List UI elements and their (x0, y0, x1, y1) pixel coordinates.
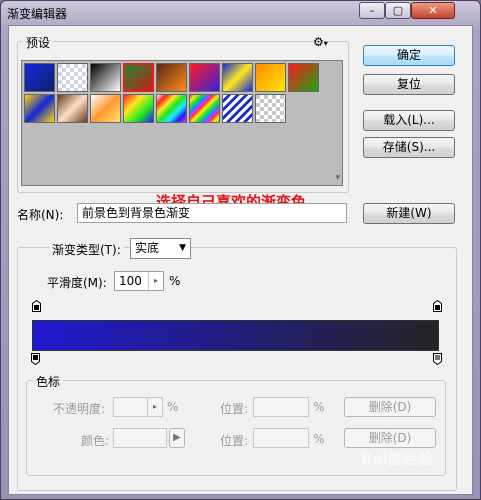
gradient-type-select[interactable]: 实底 ▼ (130, 238, 191, 259)
opacity-stop-right[interactable] (433, 300, 442, 312)
watermark-logo: Bai度经验 (361, 450, 433, 468)
opacity-input[interactable]: ▸ (113, 397, 163, 417)
preset-swatch[interactable] (90, 94, 121, 123)
gradient-preview-bar[interactable] (32, 320, 439, 351)
name-input[interactable]: 前景色到背景色渐变 (77, 203, 347, 223)
gear-icon[interactable]: ⚙▾ (313, 35, 328, 49)
preset-swatch[interactable] (123, 94, 154, 123)
smoothness-spin-icon[interactable]: ▸ (148, 272, 163, 290)
color-picker-arrow-icon[interactable]: ▶ (169, 428, 185, 448)
preset-swatch[interactable] (189, 94, 220, 123)
preset-swatch[interactable] (189, 63, 220, 92)
opacity-label: 不透明度: (53, 402, 106, 416)
ok-button[interactable]: 确定 (363, 45, 455, 66)
color-stops-label: 色标 (33, 373, 64, 390)
color-label: 颜色: (81, 434, 110, 448)
gradient-type-label: 渐变类型(T): (49, 241, 124, 258)
opacity-location-unit: % (313, 400, 325, 414)
color-location-input[interactable] (253, 428, 309, 448)
preset-swatch[interactable] (57, 94, 88, 123)
smoothness-label: 平滑度(M): (47, 276, 107, 290)
close-icon: ✕ (428, 4, 438, 17)
preset-swatch[interactable] (24, 94, 55, 123)
preset-swatch[interactable] (24, 63, 55, 92)
preset-swatch[interactable] (255, 63, 286, 92)
smoothness-unit: % (169, 274, 181, 288)
presets-label: 预设 (23, 34, 54, 51)
opacity-location-input[interactable] (253, 397, 309, 417)
preset-swatch[interactable] (156, 94, 187, 123)
chevron-down-icon: ▼ (179, 243, 186, 253)
preset-swatch[interactable] (288, 63, 319, 92)
maximize-button[interactable]: ▢ (385, 2, 411, 19)
dialog-body: 预设 ⚙▾ 选择自己喜欢的渐变色 ▾ 确定 复位 载入(L)... 存储(S).… (8, 25, 473, 495)
delete-color-stop-button[interactable]: 删除(D) (344, 428, 436, 448)
window-title: 渐变编辑器 (7, 7, 68, 21)
preset-swatch[interactable] (222, 94, 253, 123)
color-location-unit: % (313, 432, 325, 446)
preset-swatch[interactable] (222, 63, 253, 92)
color-stop-right[interactable] (433, 353, 442, 365)
delete-opacity-stop-button[interactable]: 删除(D) (344, 397, 436, 417)
color-swatch[interactable] (113, 428, 167, 448)
preset-swatch[interactable] (156, 63, 187, 92)
opacity-stop-left[interactable] (32, 300, 41, 312)
new-button[interactable]: 新建(W) (363, 203, 455, 224)
preset-swatch[interactable] (90, 63, 121, 92)
preset-swatch[interactable] (57, 63, 88, 92)
name-label: 名称(N): (17, 208, 64, 222)
gradient-type-value: 实底 (135, 241, 160, 255)
smoothness-input[interactable]: 100 ▸ (114, 271, 164, 291)
opacity-unit: % (167, 400, 179, 414)
color-location-label: 位置: (220, 434, 249, 448)
load-button[interactable]: 载入(L)... (363, 110, 455, 131)
opacity-spin-icon[interactable]: ▸ (147, 398, 162, 416)
preset-swatch[interactable] (123, 63, 154, 92)
color-stop-left[interactable] (31, 353, 40, 365)
scroll-down-icon[interactable]: ▾ (335, 173, 340, 183)
smoothness-value: 100 (119, 274, 142, 288)
minimize-icon: – (369, 4, 375, 17)
save-button[interactable]: 存储(S)... (363, 137, 455, 158)
opacity-location-label: 位置: (220, 402, 249, 416)
preset-swatch-panel: 选择自己喜欢的渐变色 ▾ (21, 60, 343, 211)
dialog-window: 渐变编辑器 – ▢ ✕ 预设 ⚙▾ 选择自己喜欢的渐变色 ▾ 确定 复位 载入(… (0, 0, 481, 500)
title-bar[interactable]: 渐变编辑器 – ▢ ✕ (1, 1, 480, 25)
reset-button[interactable]: 复位 (363, 74, 455, 95)
minimize-button[interactable]: – (359, 2, 385, 19)
preset-swatch[interactable] (255, 94, 286, 123)
close-button[interactable]: ✕ (411, 2, 455, 19)
maximize-icon: ▢ (392, 4, 404, 17)
